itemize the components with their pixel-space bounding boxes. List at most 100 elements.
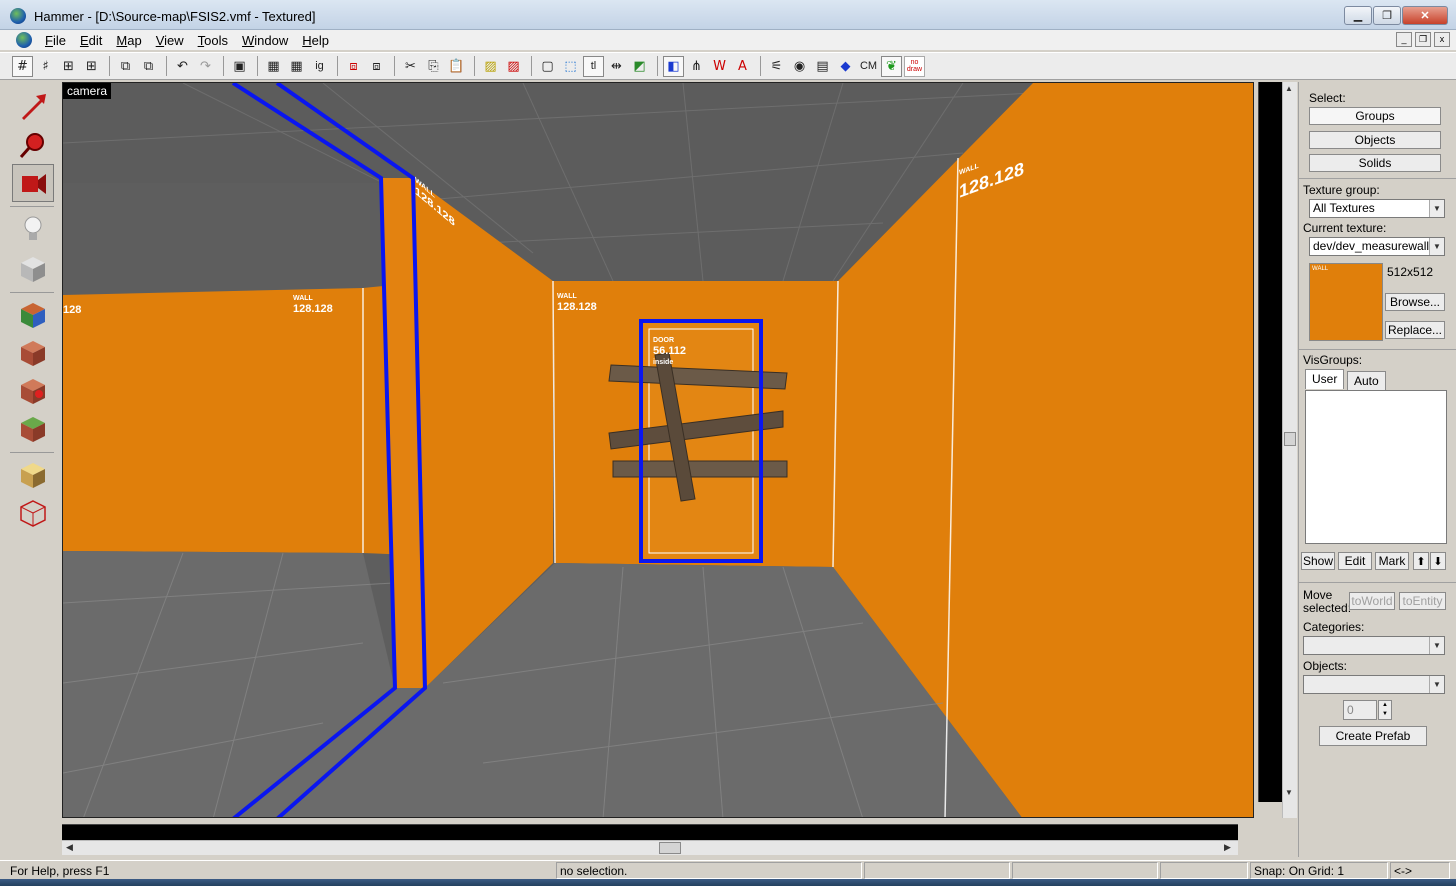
- select-box-icon[interactable]: ▢: [537, 56, 558, 77]
- ignore-groups-button[interactable]: ig: [309, 56, 330, 77]
- menu-window[interactable]: Window: [235, 33, 295, 48]
- decal-tool[interactable]: [12, 372, 54, 410]
- vertical-scrollbar[interactable]: ▲ ▼: [1282, 82, 1297, 818]
- close-button[interactable]: ✕: [1402, 6, 1448, 25]
- flip-vertical-icon[interactable]: ◩: [629, 56, 650, 77]
- chevron-down-icon[interactable]: ▼: [1429, 676, 1444, 693]
- doc-restore-button[interactable]: ❐: [1415, 32, 1431, 47]
- hide-unselected-icon[interactable]: ▦: [286, 56, 307, 77]
- texture-group-select[interactable]: All Textures ▼: [1309, 199, 1445, 218]
- paste-icon[interactable]: 📋: [446, 56, 467, 77]
- redo-icon[interactable]: ↷: [195, 56, 216, 77]
- document-globe-icon[interactable]: [16, 32, 32, 48]
- grid-larger-icon[interactable]: ⊞: [81, 56, 102, 77]
- group-icon[interactable]: ▣: [229, 56, 250, 77]
- texture-lock-toggle-button[interactable]: tl: [583, 55, 604, 77]
- status-extra: [1160, 862, 1248, 879]
- cubemap-icon[interactable]: ◆: [835, 56, 856, 77]
- select-pointer-icon[interactable]: ⬚: [560, 56, 581, 77]
- select-solids-button[interactable]: Solids: [1309, 154, 1441, 172]
- menu-edit[interactable]: Edit: [73, 33, 109, 48]
- auto-red-icon[interactable]: A: [732, 56, 753, 77]
- prefab-count-input[interactable]: 0: [1343, 700, 1377, 720]
- to-entity-button[interactable]: toEntity: [1399, 592, 1446, 610]
- scroll-down-icon[interactable]: ▼: [1285, 788, 1293, 797]
- tab-user[interactable]: User: [1305, 369, 1345, 389]
- chevron-down-icon[interactable]: ▼: [1429, 238, 1444, 255]
- select-objects-button[interactable]: Objects: [1309, 131, 1441, 149]
- entity-report-icon[interactable]: ⚟: [766, 56, 787, 77]
- prefab-count-spinner[interactable]: ▲ ▼: [1378, 700, 1392, 720]
- clipping-tool[interactable]: [12, 456, 54, 494]
- displacement-icon[interactable]: ◧: [663, 55, 684, 77]
- scroll-thumb[interactable]: [659, 842, 681, 854]
- block-tool[interactable]: [12, 250, 54, 288]
- menu-tools[interactable]: Tools: [191, 33, 235, 48]
- chevron-down-icon[interactable]: ▼: [1429, 637, 1444, 654]
- tab-auto[interactable]: Auto: [1347, 371, 1386, 391]
- hatch-select-icon[interactable]: ▨: [503, 56, 524, 77]
- vertex-tool-icon[interactable]: ⋔: [686, 56, 707, 77]
- wire-red-icon[interactable]: W: [709, 56, 730, 77]
- texture-browser-icon[interactable]: ▤: [812, 56, 833, 77]
- magnify-tool[interactable]: [12, 126, 54, 164]
- create-prefab-button[interactable]: Create Prefab: [1319, 726, 1427, 746]
- categories-select[interactable]: ▼: [1303, 636, 1445, 655]
- hollow-icon[interactable]: ⧉: [138, 56, 159, 77]
- menu-file[interactable]: File: [38, 33, 73, 48]
- horizontal-scrollbar[interactable]: ◀ ▶: [62, 840, 1238, 855]
- visgroups-list[interactable]: [1305, 390, 1447, 544]
- menu-help[interactable]: Help: [295, 33, 336, 48]
- leaf-icon[interactable]: ❦: [881, 55, 902, 77]
- apply-texture-tool[interactable]: [12, 334, 54, 372]
- scroll-thumb[interactable]: [1284, 432, 1296, 446]
- check-problems-icon[interactable]: ◉: [789, 56, 810, 77]
- camera-tool[interactable]: [12, 164, 54, 202]
- scroll-up-icon[interactable]: ▲: [1285, 84, 1293, 93]
- visgroup-show-button[interactable]: Show: [1301, 552, 1335, 570]
- browse-button[interactable]: Browse...: [1385, 293, 1445, 311]
- undo-icon[interactable]: ↶: [172, 56, 193, 77]
- hide-selected-icon[interactable]: ▦: [263, 56, 284, 77]
- scroll-left-icon[interactable]: ◀: [66, 842, 73, 853]
- entity-tool[interactable]: [12, 210, 54, 248]
- minimize-button[interactable]: ▁: [1344, 6, 1372, 25]
- maximize-button[interactable]: ❐: [1373, 6, 1401, 25]
- chevron-down-icon[interactable]: ▼: [1429, 200, 1444, 217]
- visgroup-edit-button[interactable]: Edit: [1338, 552, 1372, 570]
- scroll-right-icon[interactable]: ▶: [1224, 842, 1231, 853]
- nodraw-button[interactable]: no draw: [904, 55, 925, 77]
- move-down-icon[interactable]: ⬇: [1430, 552, 1446, 570]
- cut-icon[interactable]: ✂: [400, 56, 421, 77]
- copy-icon[interactable]: ⎘: [423, 56, 444, 77]
- move-up-icon[interactable]: ⬆: [1413, 552, 1429, 570]
- current-texture-select[interactable]: dev/dev_measurewall01 ▼: [1309, 237, 1445, 256]
- 2d-view-bottom[interactable]: [62, 824, 1238, 840]
- flip-horizontal-icon[interactable]: ⇹: [606, 56, 627, 77]
- hammer-app-icon[interactable]: [10, 8, 26, 24]
- viewport-label[interactable]: camera: [63, 83, 112, 99]
- doc-minimize-button[interactable]: _: [1396, 32, 1412, 47]
- menu-view[interactable]: View: [149, 33, 191, 48]
- menu-map[interactable]: Map: [109, 33, 148, 48]
- texture-application-tool[interactable]: [12, 296, 54, 334]
- select-groups-button[interactable]: Groups: [1309, 107, 1441, 125]
- vertex-tool[interactable]: [12, 494, 54, 532]
- selection-tool[interactable]: [12, 88, 54, 126]
- 2d-view-side[interactable]: [1258, 82, 1282, 802]
- visgroup-mark-button[interactable]: Mark: [1375, 552, 1409, 570]
- texture-scaling-lock-icon[interactable]: ⧈: [366, 56, 387, 77]
- cubemap-button[interactable]: CM: [858, 56, 879, 77]
- replace-button[interactable]: Replace...: [1385, 321, 1445, 339]
- grid-3d-icon[interactable]: ♯: [35, 56, 56, 77]
- objects-select[interactable]: ▼: [1303, 675, 1445, 694]
- doc-close-button[interactable]: x: [1434, 32, 1450, 47]
- camera-viewport[interactable]: camera 128 WALL 128.128 WALL 128.128 WALL 1…: [62, 82, 1254, 818]
- to-world-button[interactable]: toWorld: [1349, 592, 1395, 610]
- grid-smaller-icon[interactable]: ⊞: [58, 56, 79, 77]
- texture-lock-icon[interactable]: ⧈: [343, 56, 364, 77]
- hatch-icon[interactable]: ▨: [480, 56, 501, 77]
- overlay-tool[interactable]: [12, 410, 54, 448]
- grid-toggle-icon[interactable]: #: [12, 55, 33, 77]
- carve-icon[interactable]: ⧉: [115, 56, 136, 77]
